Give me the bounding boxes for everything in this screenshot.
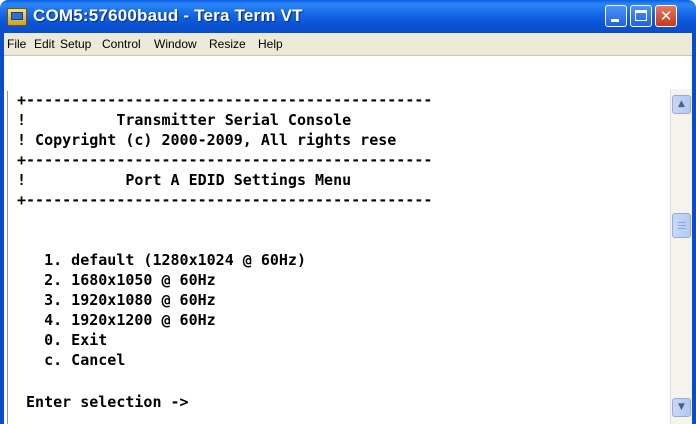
scroll-up-button[interactable]: ▲ xyxy=(672,95,691,114)
minimize-button[interactable] xyxy=(605,5,627,27)
terminal-line: ! Port A EDID Settings Menu xyxy=(17,171,352,189)
scroll-thumb[interactable] xyxy=(672,213,691,238)
terminal-line: 2. 1680x1050 @ 60Hz xyxy=(17,271,216,289)
terminal-line: 1. default (1280x1024 @ 60Hz) xyxy=(17,251,306,269)
window-frame-left xyxy=(0,33,4,424)
menu-control[interactable]: Control xyxy=(102,37,141,51)
arrow-up-icon: ▲ xyxy=(678,99,685,109)
terminal-prompt: Enter selection -> xyxy=(17,393,189,411)
maximize-icon xyxy=(635,10,647,21)
minimize-icon xyxy=(611,19,619,22)
terminal-line: +---------------------------------------… xyxy=(17,151,433,169)
menu-bar: File Edit Setup Control Window Resize He… xyxy=(4,33,692,56)
maximize-button[interactable] xyxy=(630,5,652,27)
menu-help[interactable]: Help xyxy=(258,37,283,51)
terminal-line: +---------------------------------------… xyxy=(17,91,433,109)
terminal-line: ! Transmitter Serial Console xyxy=(17,111,352,129)
menu-edit[interactable]: Edit xyxy=(34,37,55,51)
terminal-line: 0. Exit xyxy=(17,331,108,349)
title-bar[interactable]: COM5:57600baud - Tera Term VT ✕ xyxy=(0,0,696,33)
terminal-line: ! Copyright (c) 2000-2009, All rights re… xyxy=(17,131,397,149)
menu-resize[interactable]: Resize xyxy=(209,37,246,51)
terminal-line: c. Cancel xyxy=(17,351,126,369)
window-title: COM5:57600baud - Tera Term VT xyxy=(33,6,303,25)
menu-file[interactable]: File xyxy=(7,37,26,51)
vertical-scrollbar[interactable]: ▲ ▼ xyxy=(670,89,692,424)
tera-term-app-icon[interactable] xyxy=(7,8,27,26)
menu-setup[interactable]: Setup xyxy=(60,37,91,51)
terminal-line: +---------------------------------------… xyxy=(17,191,433,209)
terminal-screen[interactable]: +---------------------------------------… xyxy=(7,91,668,424)
close-button[interactable]: ✕ xyxy=(655,5,677,27)
menu-window[interactable]: Window xyxy=(154,37,197,51)
grip-icon xyxy=(678,222,686,229)
terminal-line: 4. 1920x1200 @ 60Hz xyxy=(17,311,216,329)
arrow-down-icon: ▼ xyxy=(678,402,685,412)
scroll-down-button[interactable]: ▼ xyxy=(672,398,691,417)
terminal-line: 3. 1920x1080 @ 60Hz xyxy=(17,291,216,309)
close-icon: ✕ xyxy=(659,7,673,25)
window-frame-right xyxy=(692,33,696,424)
tera-term-window: COM5:57600baud - Tera Term VT ✕ File Edi… xyxy=(0,0,696,424)
